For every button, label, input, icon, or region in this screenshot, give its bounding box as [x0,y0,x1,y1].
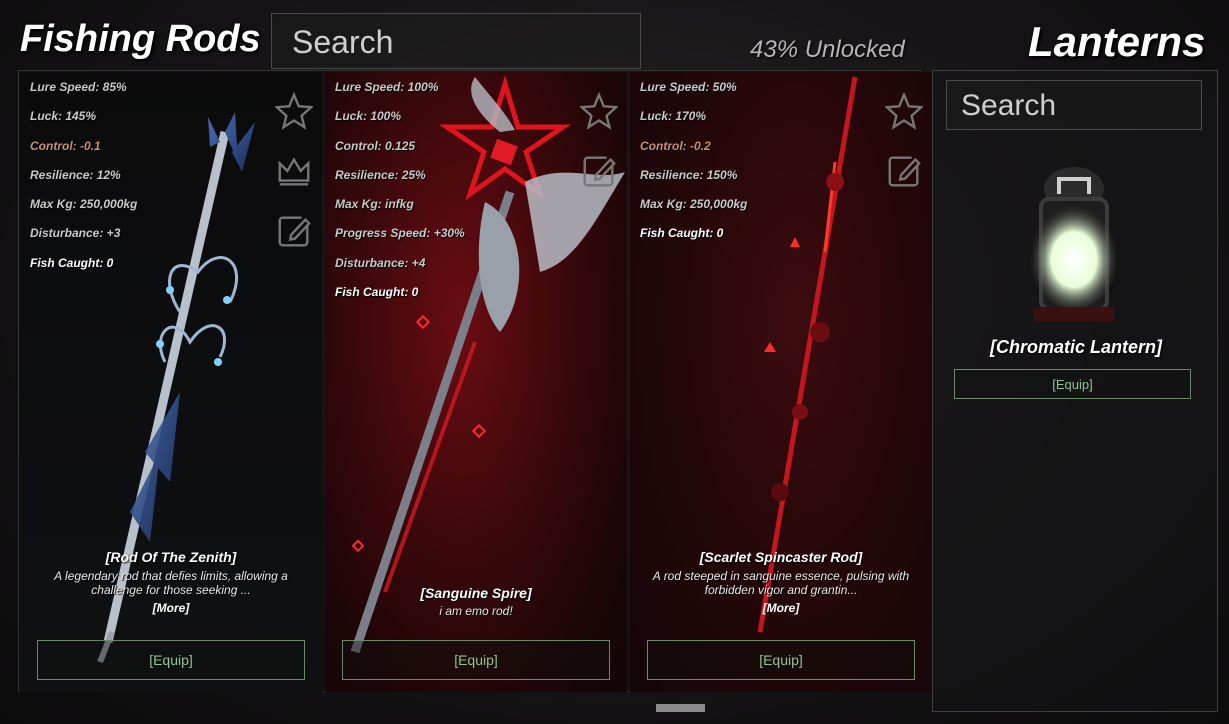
rod-stat: Lure Speed: 85% [30,80,127,94]
lantern-name: [Chromatic Lantern] [989,337,1162,357]
star-icon[interactable] [274,91,314,130]
rod-actions [579,91,620,212]
rod-stat: Control: -0.2 [640,138,711,153]
equip-button[interactable]: [Equip] [342,640,610,680]
rod-actions [274,91,315,272]
rod-name: [Rod Of The Zenith] [105,549,237,565]
rod-description: A legendary rod that defies limits, allo… [54,569,288,597]
lantern-search-placeholder: Search [961,89,1057,122]
rod-stat: Max Kg: 250,000kg [640,197,748,212]
rod-card-sanguine-spire[interactable]: Lure Speed: 100% Luck: 100% Control: 0.125… [325,72,627,692]
rod-card-scarlet-spincaster[interactable]: Lure Speed: 50% Luck: 170% Control: -0.2 Re… [630,72,932,692]
star-icon[interactable] [884,91,924,130]
crown-icon[interactable] [275,152,313,190]
rod-search-placeholder: Search [292,24,394,60]
lanterns-panel: Search [Chromatic Lantern] [Equip] [932,70,1218,712]
rod-stat: Lure Speed: 50% [640,80,737,94]
rod-stat: Luck: 145% [30,109,97,124]
rod-actions [884,91,925,212]
rod-stat: Control: 0.125 [335,138,416,153]
equip-button[interactable]: [Equip] [647,640,915,680]
unlocked-percentage: 43% Unlocked [750,36,905,63]
chromatic-lantern-image [1029,167,1119,321]
rod-stat: Luck: 170% [640,109,707,124]
more-link[interactable]: [More] [630,601,932,615]
rod-search-input[interactable]: Search [271,13,641,69]
scrollbar-handle[interactable] [656,704,705,712]
rod-stat: Lure Speed: 100% [335,80,439,94]
rod-name: [Scarlet Spincaster Rod] [699,549,863,565]
rod-stat: Disturbance: +3 [30,226,121,241]
rod-stats: Lure Speed: 85% Luck: 145% Control: -0.1 Re… [30,80,137,285]
rod-stat: Resilience: 150% [640,167,738,182]
rod-stat: Fish Caught: 0 [640,226,724,241]
rod-stat: Fish Caught: 0 [335,285,419,300]
rod-description: A rod steeped in sanguine essence, pulsi… [652,569,910,597]
equip-button[interactable]: [Equip] [37,640,305,680]
rod-stat: Max Kg: infkg [335,197,414,212]
page-title: Fishing Rods [20,18,261,60]
rod-stats: Lure Speed: 50% Luck: 170% Control: -0.2 Re… [640,80,747,256]
lanterns-title: Lanterns [1028,18,1206,65]
more-link[interactable]: [More] [20,601,322,615]
rod-stat: Fish Caught: 0 [30,255,114,270]
edit-icon[interactable] [885,152,923,190]
rod-stat: Resilience: 25% [335,167,426,182]
rod-stat: Resilience: 12% [30,167,121,182]
rod-description: i am emo rod! [439,604,513,618]
rod-card-zenith[interactable]: Lure Speed: 85% Luck: 145% Control: -0.1 Re… [20,72,322,692]
edit-icon[interactable] [275,212,313,250]
lantern-search-input[interactable]: Search [946,80,1202,130]
rod-stat: Control: -0.1 [30,138,101,153]
rod-stat: Max Kg: 250,000kg [30,197,138,212]
rod-name: [Sanguine Spire] [420,585,532,601]
lantern-equip-button[interactable]: [Equip] [954,369,1191,399]
rod-stats: Lure Speed: 100% Luck: 100% Control: 0.125… [335,80,465,314]
edit-icon[interactable] [580,152,618,190]
rod-stat: Disturbance: +4 [335,255,426,270]
rod-stat: Luck: 100% [335,109,402,124]
rod-stat: Progress Speed: +30% [335,226,465,241]
star-icon[interactable] [579,91,619,130]
